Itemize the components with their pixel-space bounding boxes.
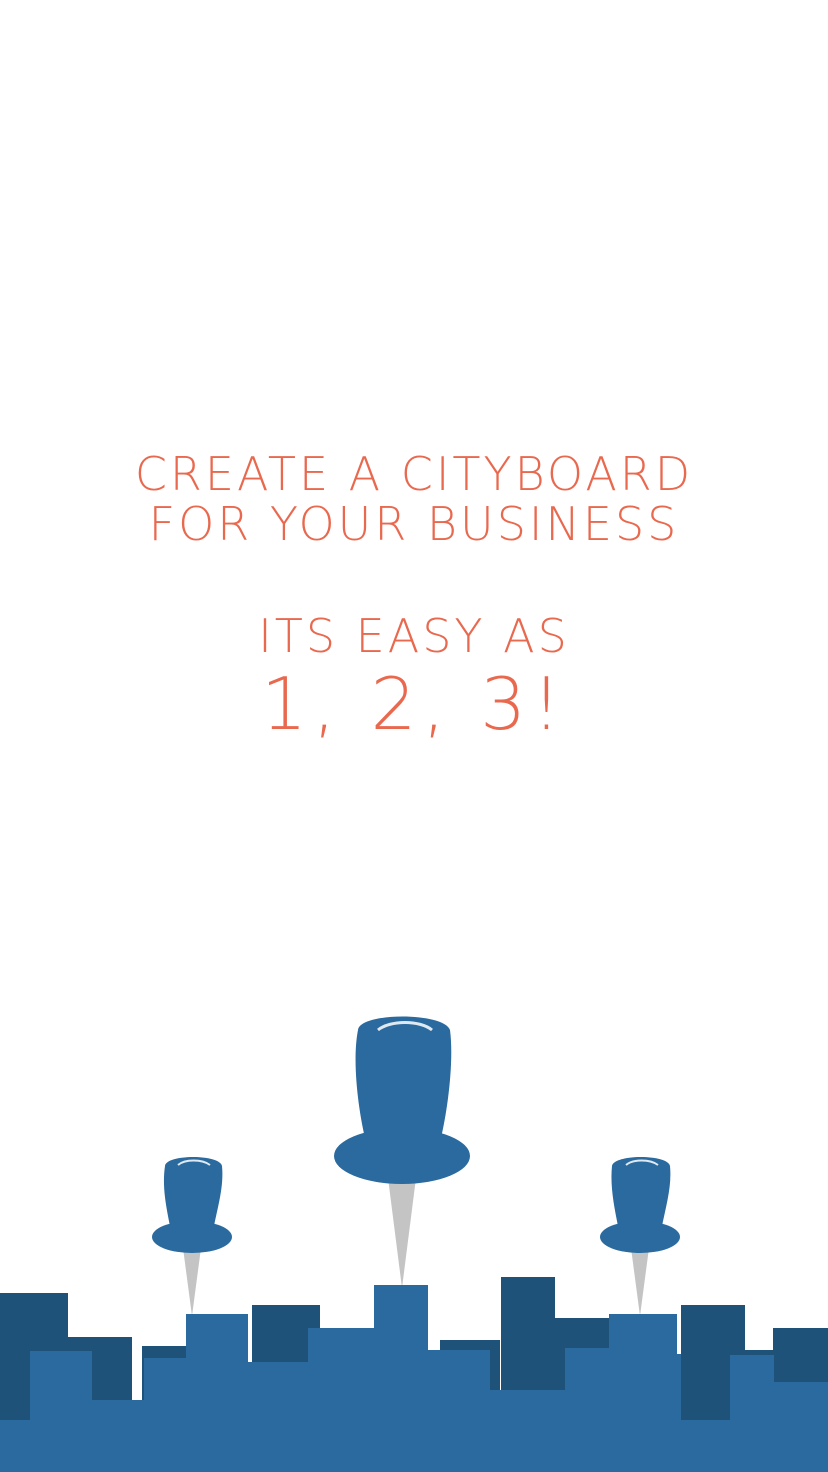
pushpin-icon <box>152 1157 232 1253</box>
pushpin-needle-left <box>183 1248 201 1316</box>
pushpin-needle-center <box>388 1178 416 1288</box>
cityboard-illustration <box>0 1016 828 1472</box>
pushpin-icon <box>334 1016 470 1184</box>
pushpin-needle-right <box>631 1248 649 1316</box>
pushpin-icon <box>600 1157 680 1253</box>
